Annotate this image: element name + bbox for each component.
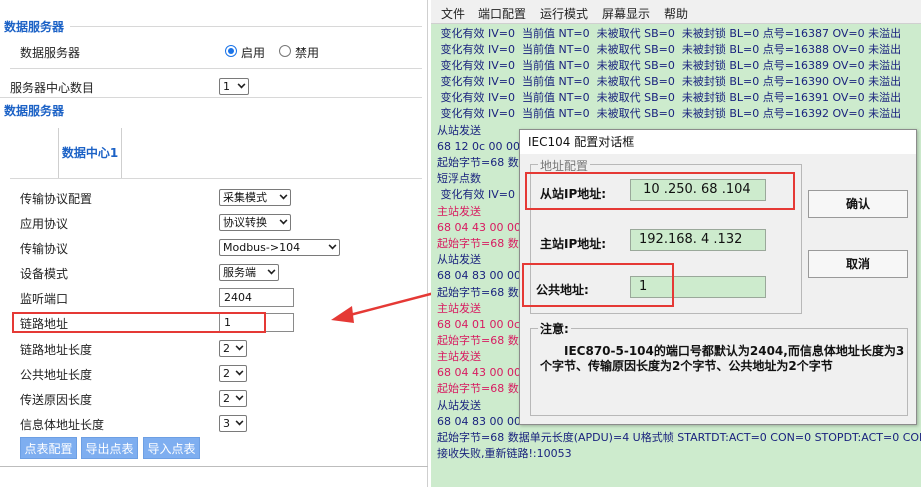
log-line: 起始字节=68 数 <box>437 237 519 250</box>
menu-run-mode[interactable]: 运行模式 <box>540 5 588 22</box>
log-line: 68 12 0c 00 00 <box>437 140 521 153</box>
master-ip-input[interactable]: 192.168. 4 .132 <box>630 229 766 251</box>
log-line: 接收失败,重新链路!:10053 <box>437 447 572 460</box>
log-line: 变化有效 IV=0 <box>437 188 515 201</box>
log-line: 68 04 83 00 00 <box>437 269 521 282</box>
note-title: 注意: <box>538 320 571 337</box>
log-line: 68 04 43 00 00 <box>437 221 521 234</box>
master-ip-label: 主站IP地址: <box>540 237 607 251</box>
log-line: 变化有效 IV=0 当前值 NT=0 未被取代 SB=0 未被封锁 BL=0 点… <box>437 59 902 72</box>
log-line: 从站发送 <box>437 253 481 266</box>
menu-help[interactable]: 帮助 <box>664 5 688 22</box>
arrow-shaft <box>345 289 443 318</box>
log-line: 变化有效 IV=0 当前值 NT=0 未被取代 SB=0 未被封锁 BL=0 点… <box>437 107 902 120</box>
iec104-config-dialog: IEC104 配置对话框 地址配置 从站IP地址: 10 .250. 68 .1… <box>519 129 917 425</box>
dialog-title: IEC104 配置对话框 <box>520 130 916 154</box>
log-line: 68 04 83 00 00 <box>437 415 521 428</box>
log-line: 变化有效 IV=0 当前值 NT=0 未被取代 SB=0 未被封锁 BL=0 点… <box>437 75 902 88</box>
log-line: 短浮点数 <box>437 172 481 185</box>
log-line: 主站发送 <box>437 350 481 363</box>
menu-screen-display[interactable]: 屏幕显示 <box>602 5 650 22</box>
log-line: 变化有效 IV=0 当前值 NT=0 未被取代 SB=0 未被封锁 BL=0 点… <box>437 91 902 104</box>
log-line: 变化有效 IV=0 当前值 NT=0 未被取代 SB=0 未被封锁 BL=0 点… <box>437 43 902 56</box>
log-line: 起始字节=68 数 <box>437 156 519 169</box>
log-line: 起始字节=68 数 <box>437 382 519 395</box>
log-line: 68 04 43 00 00 <box>437 366 521 379</box>
log-line: 从站发送 <box>437 399 481 412</box>
log-line: 起始字节=68 数 <box>437 286 519 299</box>
log-line: 起始字节=68 数 <box>437 334 519 347</box>
log-line: 主站发送 <box>437 205 481 218</box>
menu-port-config[interactable]: 端口配置 <box>478 5 526 22</box>
highlight-box-common-address <box>522 263 674 307</box>
log-line: 从站发送 <box>437 124 481 137</box>
log-line: 变化有效 IV=0 当前值 NT=0 未被取代 SB=0 未被封锁 BL=0 点… <box>437 27 902 40</box>
note-text: IEC870-5-104的端口号都默认为2404,而信息体地址长度为3个字节、传… <box>540 344 905 373</box>
log-line: 起始字节=68 数据单元长度(APDU)=4 U格式帧 STARTDT:ACT=… <box>437 431 921 444</box>
log-line: 主站发送 <box>437 302 481 315</box>
arrow-head <box>331 306 354 323</box>
menu-bar: 文件 端口配置 运行模式 屏幕显示 帮助 <box>431 0 921 24</box>
confirm-button[interactable]: 确认 <box>808 190 908 218</box>
cancel-button[interactable]: 取消 <box>808 250 908 278</box>
menu-file[interactable]: 文件 <box>441 5 465 22</box>
log-line: 68 04 01 00 0c <box>437 318 521 331</box>
highlight-box-slave-ip <box>525 172 795 210</box>
